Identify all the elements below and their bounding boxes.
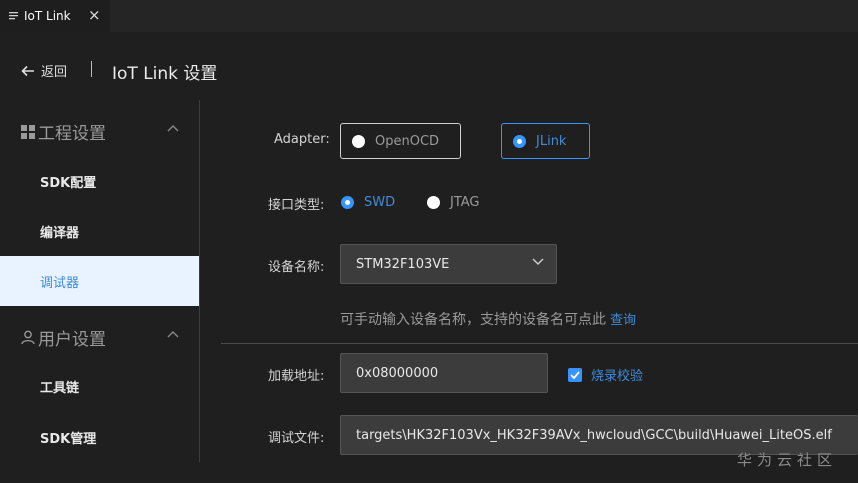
adapter-option-openocd[interactable]: OpenOCD — [340, 123, 461, 159]
sidebar-group-user-settings[interactable]: 用户设置 — [21, 325, 179, 350]
interface-option-swd[interactable]: SWD — [341, 195, 395, 210]
section-divider — [221, 343, 858, 344]
sidebar-item-sdk-manage[interactable]: SDK管理 — [0, 412, 199, 462]
device-label: 设备名称: — [268, 260, 325, 275]
device-hint-text: 可手动输入设备名称，支持的设备名可点此 — [340, 312, 606, 328]
page-title: IoT Link 设置 — [112, 64, 218, 84]
device-select-value: STM32F103VE — [356, 256, 450, 272]
sidebar-item-toolchain[interactable]: 工具链 — [0, 361, 199, 411]
interface-label: 接口类型: — [268, 198, 325, 213]
tab-iot-link[interactable]: IoT Link × — [0, 0, 110, 32]
adapter-option-jlink[interactable]: JLink — [501, 123, 590, 159]
interface-option-label: SWD — [364, 195, 396, 210]
close-icon[interactable]: × — [88, 7, 101, 23]
interface-option-jtag[interactable]: JTAG — [427, 195, 480, 210]
sidebar-item-sdk-config[interactable]: SDK配置 — [0, 156, 199, 206]
radio-checked-icon — [341, 196, 354, 209]
sidebar-divider — [199, 100, 200, 462]
sidebar-group-project-settings[interactable]: 工程设置 — [21, 119, 179, 144]
tab-bar: IoT Link × — [0, 0, 858, 32]
load-address-input[interactable]: 0x08000000 — [340, 353, 548, 393]
tab-title: IoT Link — [24, 9, 71, 23]
watermark: 华为云社区 — [737, 451, 838, 469]
chevron-up-icon — [167, 125, 179, 132]
sidebar-group-label: 用户设置 — [38, 330, 106, 350]
back-button[interactable]: 返回 — [21, 61, 67, 80]
radio-unchecked-icon — [427, 196, 440, 209]
back-label: 返回 — [41, 65, 68, 80]
adapter-option-label: OpenOCD — [375, 133, 440, 149]
interface-option-label: JTAG — [450, 195, 480, 210]
load-address-label: 加载地址: — [268, 369, 325, 384]
debug-file-label: 调试文件: — [268, 431, 325, 446]
document-lines-icon — [9, 12, 18, 20]
checkmark-icon — [568, 367, 582, 382]
radio-checked-icon — [513, 134, 526, 148]
device-select[interactable]: STM32F103VE — [340, 244, 557, 284]
chevron-up-icon — [167, 331, 179, 338]
header-divider — [91, 61, 92, 77]
device-query-link[interactable]: 查询 — [610, 313, 636, 328]
arrow-left-icon — [21, 65, 34, 76]
verify-checkbox[interactable]: 烧录校验 — [568, 365, 643, 384]
verify-label: 烧录校验 — [591, 369, 644, 384]
adapter-option-label: JLink — [536, 133, 567, 149]
user-icon — [21, 330, 35, 345]
sidebar-item-debugger[interactable]: 调试器 — [0, 256, 199, 306]
sidebar-group-label: 工程设置 — [38, 124, 106, 144]
device-hint: 可手动输入设备名称，支持的设备名可点此 查询 — [340, 309, 636, 329]
sidebar-item-compiler[interactable]: 编译器 — [0, 206, 199, 256]
chevron-down-icon — [532, 258, 544, 266]
adapter-label: Adapter: — [274, 132, 330, 147]
grid-icon — [21, 124, 35, 139]
radio-unchecked-icon — [352, 134, 365, 148]
